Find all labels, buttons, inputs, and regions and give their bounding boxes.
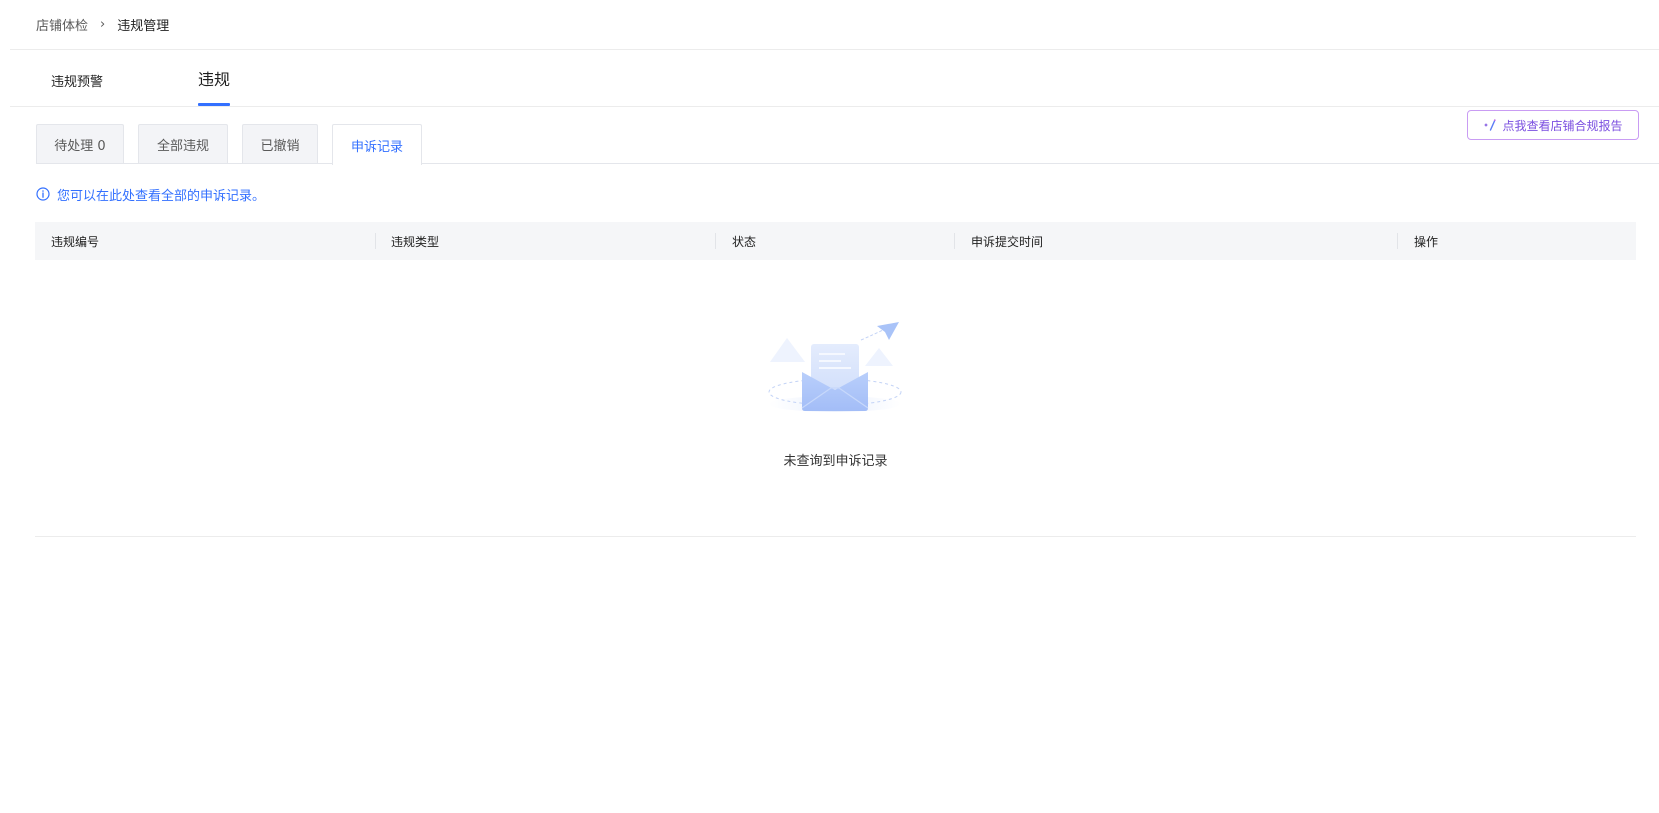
column-header-appeal-time: 申诉提交时间 <box>971 234 1044 249</box>
main-tabs-divider <box>10 106 1659 107</box>
column-header-violation-id: 违规编号 <box>51 234 100 249</box>
column-header-actions: 操作 <box>1414 234 1439 249</box>
subtab-pending[interactable]: 待处理 0 <box>36 124 124 164</box>
subtab-all-violations[interactable]: 全部违规 <box>138 124 228 164</box>
column-separator <box>715 233 716 249</box>
sub-tabs-divider <box>36 163 1659 164</box>
column-separator <box>1397 233 1398 249</box>
sparkle-icon <box>1483 118 1497 132</box>
sub-tabs: 待处理 0 全部违规 已撤销 申诉记录 <box>36 124 436 165</box>
column-header-status: 状态 <box>732 234 757 249</box>
info-hint-text: 您可以在此处查看全部的申诉记录。 <box>57 188 266 204</box>
breadcrumb-separator-icon: › <box>100 16 106 32</box>
empty-state-text: 未查询到申诉记录 <box>783 454 888 469</box>
info-hint: 您可以在此处查看全部的申诉记录。 <box>36 184 265 204</box>
table-bottom-divider <box>35 536 1636 537</box>
column-header-violation-type: 违规类型 <box>391 234 440 249</box>
empty-envelope-icon <box>765 320 905 430</box>
subtab-appeal-records[interactable]: 申诉记录 <box>332 124 422 165</box>
breadcrumb-item-store-check[interactable]: 店铺体检 <box>36 15 88 34</box>
breadcrumb: 店铺体检 › 违规管理 <box>36 14 169 34</box>
column-separator <box>375 233 376 249</box>
column-separator <box>954 233 955 249</box>
subtab-revoked[interactable]: 已撤销 <box>242 124 318 164</box>
compliance-report-button[interactable]: 点我查看店铺合规报告 <box>1467 110 1639 140</box>
breadcrumb-item-current: 违规管理 <box>117 18 170 34</box>
tab-violation[interactable]: 违规 <box>198 50 231 106</box>
table-header: 违规编号 违规类型 状态 申诉提交时间 操作 <box>35 222 1636 260</box>
compliance-report-label: 点我查看店铺合规报告 <box>1502 118 1623 133</box>
main-tabs: 违规预警 违规 <box>0 50 1659 106</box>
info-icon <box>36 187 50 201</box>
tab-violation-warning[interactable]: 违规预警 <box>51 50 103 108</box>
